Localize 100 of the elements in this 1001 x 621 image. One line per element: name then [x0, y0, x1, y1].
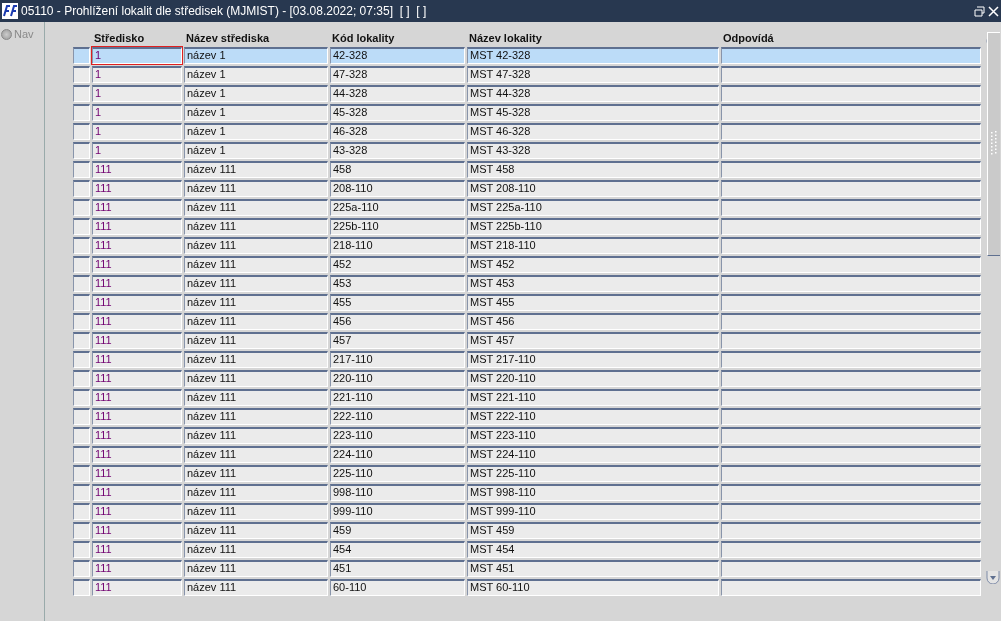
- record-selector[interactable]: [73, 446, 90, 463]
- table-cell[interactable]: název 1: [184, 142, 328, 159]
- table-cell[interactable]: [721, 275, 981, 292]
- table-cell[interactable]: název 111: [184, 332, 328, 349]
- record-selector[interactable]: [73, 465, 90, 482]
- record-selector[interactable]: [73, 503, 90, 520]
- table-cell[interactable]: [721, 465, 981, 482]
- record-selector[interactable]: [73, 313, 90, 330]
- table-cell[interactable]: [721, 47, 981, 64]
- table-cell[interactable]: název 111: [184, 560, 328, 577]
- table-cell[interactable]: název 111: [184, 370, 328, 387]
- table-cell[interactable]: název 111: [184, 218, 328, 235]
- record-selector[interactable]: [73, 237, 90, 254]
- record-selector[interactable]: [73, 256, 90, 273]
- table-cell[interactable]: [721, 579, 981, 596]
- table-cell[interactable]: 45-328: [330, 104, 465, 121]
- table-cell[interactable]: název 1: [184, 123, 328, 140]
- table-cell[interactable]: MST 456: [467, 313, 719, 330]
- table-cell[interactable]: název 111: [184, 351, 328, 368]
- table-cell[interactable]: [721, 446, 981, 463]
- table-cell[interactable]: název 111: [184, 199, 328, 216]
- table-cell[interactable]: 111: [92, 503, 182, 520]
- table-cell[interactable]: 452: [330, 256, 465, 273]
- restore-icon[interactable]: [974, 5, 985, 17]
- table-cell[interactable]: [721, 237, 981, 254]
- table-cell[interactable]: MST 42-328: [467, 47, 719, 64]
- table-cell[interactable]: 60-110: [330, 579, 465, 596]
- table-cell[interactable]: [721, 332, 981, 349]
- table-cell[interactable]: 111: [92, 484, 182, 501]
- table-cell[interactable]: [721, 408, 981, 425]
- record-selector[interactable]: [73, 484, 90, 501]
- table-cell[interactable]: MST 47-328: [467, 66, 719, 83]
- table-cell[interactable]: MST 222-110: [467, 408, 719, 425]
- record-selector[interactable]: [73, 123, 90, 140]
- table-cell[interactable]: 111: [92, 332, 182, 349]
- table-cell[interactable]: 223-110: [330, 427, 465, 444]
- table-cell[interactable]: 222-110: [330, 408, 465, 425]
- table-cell[interactable]: [721, 313, 981, 330]
- record-selector[interactable]: [73, 180, 90, 197]
- record-selector[interactable]: [73, 351, 90, 368]
- table-cell[interactable]: MST 454: [467, 541, 719, 558]
- table-cell[interactable]: [721, 85, 981, 102]
- table-cell[interactable]: MST 458: [467, 161, 719, 178]
- record-selector[interactable]: [73, 275, 90, 292]
- scrollbar-thumb[interactable]: [986, 32, 1000, 256]
- table-cell[interactable]: 1: [92, 47, 182, 64]
- table-cell[interactable]: [721, 66, 981, 83]
- table-cell[interactable]: MST 46-328: [467, 123, 719, 140]
- table-cell[interactable]: 111: [92, 446, 182, 463]
- table-cell[interactable]: 999-110: [330, 503, 465, 520]
- table-cell[interactable]: název 111: [184, 408, 328, 425]
- table-cell[interactable]: MST 221-110: [467, 389, 719, 406]
- table-cell[interactable]: [721, 541, 981, 558]
- table-cell[interactable]: MST 225a-110: [467, 199, 719, 216]
- table-cell[interactable]: 111: [92, 180, 182, 197]
- table-cell[interactable]: název 111: [184, 389, 328, 406]
- table-cell[interactable]: MST 224-110: [467, 446, 719, 463]
- table-cell[interactable]: 225b-110: [330, 218, 465, 235]
- table-cell[interactable]: 43-328: [330, 142, 465, 159]
- record-selector[interactable]: [73, 199, 90, 216]
- table-cell[interactable]: MST 43-328: [467, 142, 719, 159]
- table-cell[interactable]: 44-328: [330, 85, 465, 102]
- record-selector[interactable]: [73, 47, 90, 64]
- table-cell[interactable]: 1: [92, 142, 182, 159]
- table-cell[interactable]: 1: [92, 104, 182, 121]
- record-selector[interactable]: [73, 294, 90, 311]
- table-cell[interactable]: 42-328: [330, 47, 465, 64]
- table-cell[interactable]: 111: [92, 275, 182, 292]
- table-cell[interactable]: 111: [92, 522, 182, 539]
- table-cell[interactable]: 458: [330, 161, 465, 178]
- table-cell[interactable]: 111: [92, 370, 182, 387]
- table-cell[interactable]: MST 455: [467, 294, 719, 311]
- table-cell[interactable]: MST 453: [467, 275, 719, 292]
- table-cell[interactable]: [721, 370, 981, 387]
- record-selector[interactable]: [73, 104, 90, 121]
- table-cell[interactable]: 111: [92, 389, 182, 406]
- table-cell[interactable]: [721, 522, 981, 539]
- table-cell[interactable]: 1: [92, 66, 182, 83]
- record-selector[interactable]: [73, 66, 90, 83]
- table-cell[interactable]: 225a-110: [330, 199, 465, 216]
- table-cell[interactable]: 111: [92, 313, 182, 330]
- table-cell[interactable]: [721, 427, 981, 444]
- table-cell[interactable]: název 111: [184, 256, 328, 273]
- table-cell[interactable]: MST 451: [467, 560, 719, 577]
- record-selector[interactable]: [73, 541, 90, 558]
- table-cell[interactable]: [721, 104, 981, 121]
- table-cell[interactable]: název 111: [184, 503, 328, 520]
- table-cell[interactable]: 111: [92, 218, 182, 235]
- table-cell[interactable]: MST 44-328: [467, 85, 719, 102]
- table-cell[interactable]: 111: [92, 199, 182, 216]
- table-cell[interactable]: název 111: [184, 237, 328, 254]
- table-cell[interactable]: MST 217-110: [467, 351, 719, 368]
- table-cell[interactable]: MST 999-110: [467, 503, 719, 520]
- table-cell[interactable]: MST 225-110: [467, 465, 719, 482]
- scroll-down-icon[interactable]: [986, 570, 1000, 584]
- table-cell[interactable]: [721, 389, 981, 406]
- record-selector[interactable]: [73, 218, 90, 235]
- table-cell[interactable]: MST 45-328: [467, 104, 719, 121]
- table-cell[interactable]: 111: [92, 161, 182, 178]
- table-cell[interactable]: název 1: [184, 66, 328, 83]
